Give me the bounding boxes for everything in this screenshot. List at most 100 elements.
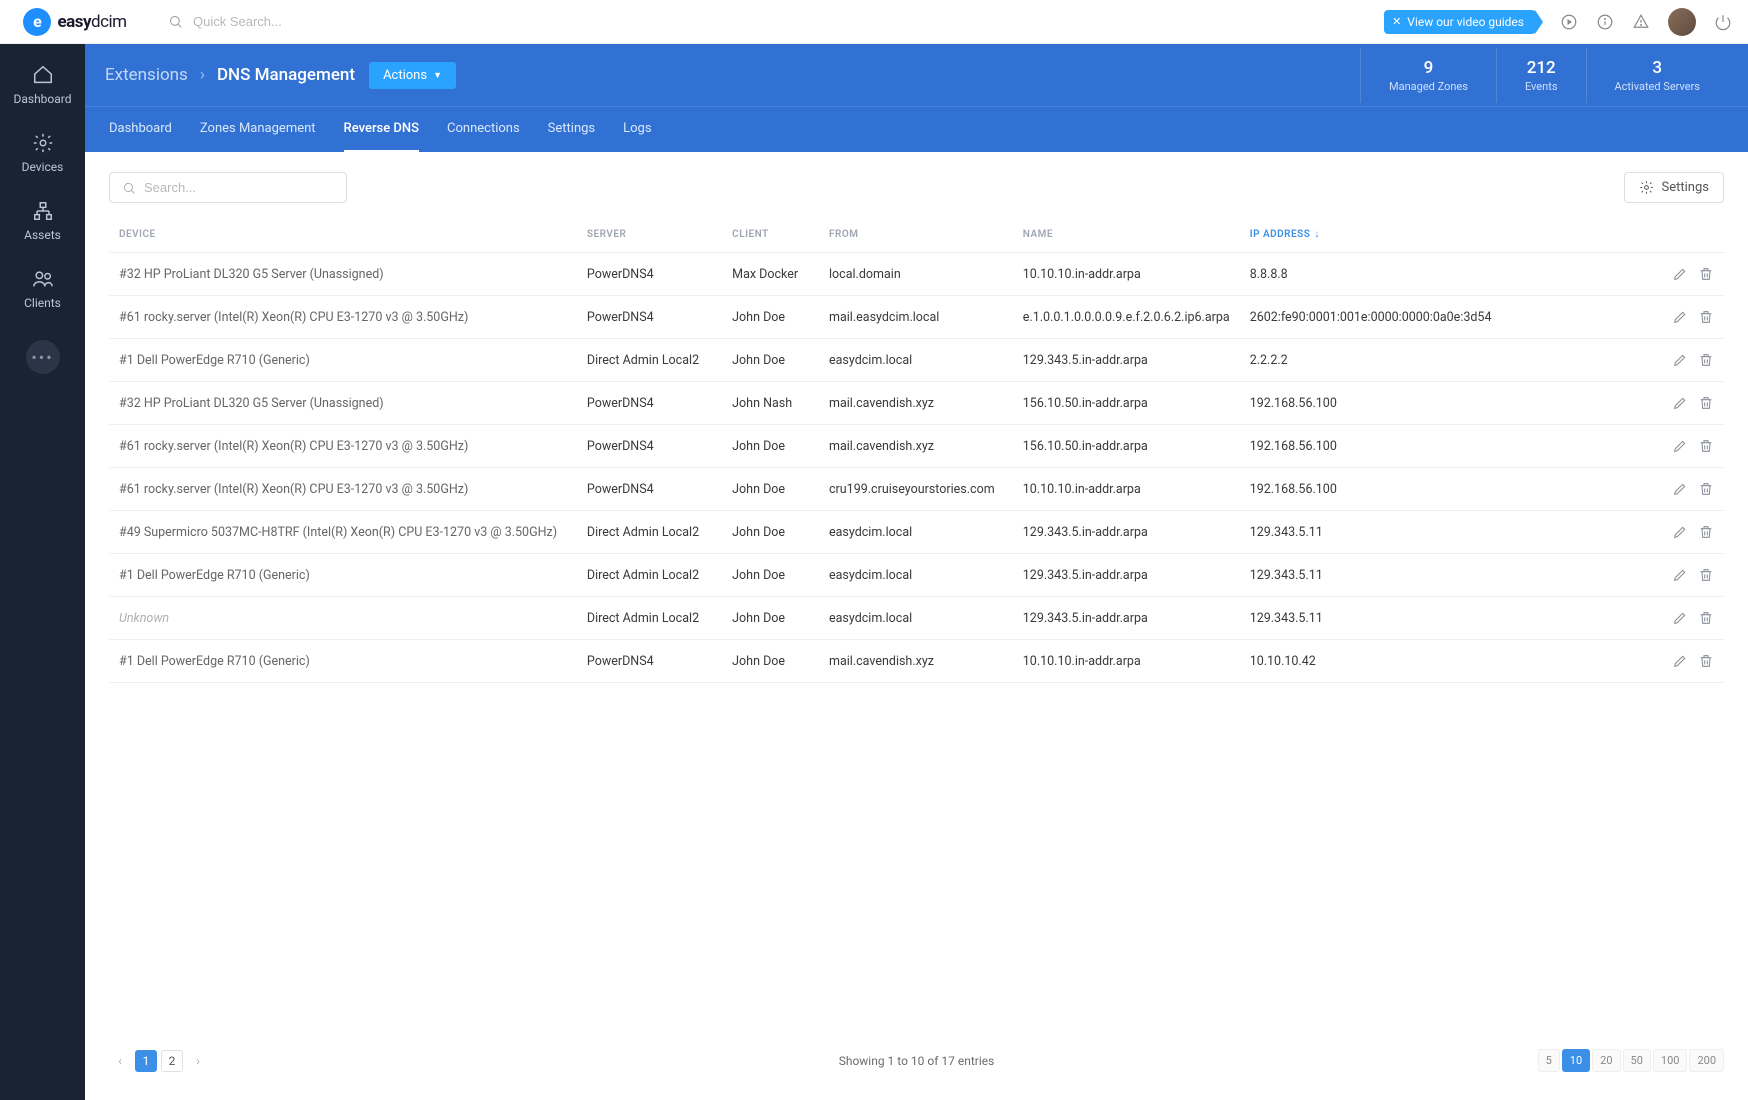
- chevron-right-icon: ›: [200, 65, 205, 85]
- tabs: Dashboard Zones Management Reverse DNS Conn…: [85, 106, 1748, 152]
- quick-search[interactable]: [168, 14, 393, 29]
- avatar[interactable]: [1668, 8, 1696, 36]
- tab-reverse-dns[interactable]: Reverse DNS: [344, 107, 419, 153]
- tab-settings[interactable]: Settings: [548, 107, 595, 153]
- cell-ip: 10.10.10.42: [1240, 640, 1595, 683]
- cell-from: easydcim.local: [819, 554, 1013, 597]
- page-2[interactable]: 2: [161, 1050, 183, 1072]
- header-stat[interactable]: 212Events: [1496, 48, 1586, 103]
- col-name[interactable]: NAME: [1013, 221, 1240, 253]
- cell-server: Direct Admin Local2: [577, 511, 722, 554]
- cell-ip: 192.168.56.100: [1240, 468, 1595, 511]
- cell-client: John Doe: [722, 425, 819, 468]
- alert-icon[interactable]: [1632, 13, 1650, 31]
- cell-device[interactable]: #1 Dell PowerEdge R710 (Generic): [109, 554, 577, 597]
- col-ip[interactable]: IP ADDRESS↓: [1240, 221, 1595, 253]
- table-row: #32 HP ProLiant DL320 G5 Server (Unassig…: [109, 253, 1724, 296]
- cell-device[interactable]: #49 Supermicro 5037MC-H8TRF (Intel(R) Xe…: [109, 511, 577, 554]
- info-icon[interactable]: [1596, 13, 1614, 31]
- header-stat[interactable]: 9Managed Zones: [1360, 48, 1496, 103]
- cell-server: Direct Admin Local2: [577, 597, 722, 640]
- cell-device[interactable]: #61 rocky.server (Intel(R) Xeon(R) CPU E…: [109, 425, 577, 468]
- col-device[interactable]: DEVICE: [109, 221, 577, 253]
- delete-icon[interactable]: [1698, 309, 1714, 325]
- logo-bold: easy: [57, 12, 91, 32]
- col-server[interactable]: SERVER: [577, 221, 722, 253]
- table-settings-button[interactable]: Settings: [1624, 172, 1724, 203]
- pagesize-50[interactable]: 50: [1623, 1049, 1651, 1072]
- pagesize-20[interactable]: 20: [1592, 1049, 1620, 1072]
- power-icon[interactable]: [1714, 13, 1732, 31]
- cell-client: John Doe: [722, 640, 819, 683]
- topbar: e easydcim ✕ View our video guides: [0, 0, 1748, 44]
- breadcrumb-parent[interactable]: Extensions: [105, 65, 188, 85]
- delete-icon[interactable]: [1698, 352, 1714, 368]
- cell-device[interactable]: #32 HP ProLiant DL320 G5 Server (Unassig…: [109, 253, 577, 296]
- sidebar-more-button[interactable]: •••: [26, 340, 60, 374]
- edit-icon[interactable]: [1672, 567, 1688, 583]
- edit-icon[interactable]: [1672, 395, 1688, 411]
- table-search-input[interactable]: [144, 180, 334, 195]
- cell-from: mail.cavendish.xyz: [819, 425, 1013, 468]
- edit-icon[interactable]: [1672, 266, 1688, 282]
- cell-ip: 129.343.5.11: [1240, 597, 1595, 640]
- pagesize-200[interactable]: 200: [1689, 1049, 1724, 1072]
- col-client[interactable]: CLIENT: [722, 221, 819, 253]
- col-from[interactable]: FROM: [819, 221, 1013, 253]
- table-search[interactable]: [109, 172, 347, 203]
- cell-device[interactable]: Unknown: [109, 597, 577, 640]
- edit-icon[interactable]: [1672, 352, 1688, 368]
- cell-server: PowerDNS4: [577, 382, 722, 425]
- edit-icon[interactable]: [1672, 610, 1688, 626]
- cell-device[interactable]: #32 HP ProLiant DL320 G5 Server (Unassig…: [109, 382, 577, 425]
- delete-icon[interactable]: [1698, 395, 1714, 411]
- cell-server: PowerDNS4: [577, 296, 722, 339]
- header-stat[interactable]: 3Activated Servers: [1586, 48, 1729, 103]
- tab-dashboard[interactable]: Dashboard: [109, 107, 172, 153]
- stat-label: Activated Servers: [1615, 80, 1701, 93]
- breadcrumb: Extensions › DNS Management: [105, 65, 355, 85]
- cell-device[interactable]: #1 Dell PowerEdge R710 (Generic): [109, 640, 577, 683]
- sidebar-item-assets[interactable]: Assets: [0, 196, 85, 246]
- tab-connections[interactable]: Connections: [447, 107, 520, 153]
- cell-device[interactable]: #61 rocky.server (Intel(R) Xeon(R) CPU E…: [109, 468, 577, 511]
- edit-icon[interactable]: [1672, 524, 1688, 540]
- edit-icon[interactable]: [1672, 653, 1688, 669]
- edit-icon[interactable]: [1672, 309, 1688, 325]
- video-guides-button[interactable]: ✕ View our video guides: [1384, 10, 1536, 34]
- delete-icon[interactable]: [1698, 567, 1714, 583]
- cell-device[interactable]: #1 Dell PowerEdge R710 (Generic): [109, 339, 577, 382]
- tab-zones-management[interactable]: Zones Management: [200, 107, 316, 153]
- cell-client: John Doe: [722, 554, 819, 597]
- sidebar-item-label: Assets: [24, 228, 61, 242]
- page-title: DNS Management: [217, 65, 355, 85]
- page-next[interactable]: ›: [187, 1050, 209, 1072]
- logo[interactable]: e easydcim: [0, 8, 150, 36]
- delete-icon[interactable]: [1698, 610, 1714, 626]
- actions-button[interactable]: Actions ▼: [369, 62, 456, 89]
- page-1[interactable]: 1: [135, 1050, 157, 1072]
- pagesize-5[interactable]: 5: [1538, 1049, 1560, 1072]
- page-prev[interactable]: ‹: [109, 1050, 131, 1072]
- network-icon: [32, 200, 54, 222]
- delete-icon[interactable]: [1698, 266, 1714, 282]
- edit-icon[interactable]: [1672, 481, 1688, 497]
- sidebar-item-devices[interactable]: Devices: [0, 128, 85, 178]
- tab-logs[interactable]: Logs: [623, 107, 651, 153]
- quick-search-input[interactable]: [193, 14, 393, 29]
- delete-icon[interactable]: [1698, 481, 1714, 497]
- sidebar-item-clients[interactable]: Clients: [0, 264, 85, 314]
- cell-device[interactable]: #61 rocky.server (Intel(R) Xeon(R) CPU E…: [109, 296, 577, 339]
- play-icon[interactable]: [1560, 13, 1578, 31]
- delete-icon[interactable]: [1698, 524, 1714, 540]
- table-row: #61 rocky.server (Intel(R) Xeon(R) CPU E…: [109, 425, 1724, 468]
- edit-icon[interactable]: [1672, 438, 1688, 454]
- delete-icon[interactable]: [1698, 653, 1714, 669]
- pagesize-100[interactable]: 100: [1653, 1049, 1688, 1072]
- delete-icon[interactable]: [1698, 438, 1714, 454]
- pagesize-10[interactable]: 10: [1562, 1049, 1590, 1072]
- cell-server: PowerDNS4: [577, 425, 722, 468]
- sidebar-item-dashboard[interactable]: Dashboard: [0, 60, 85, 110]
- close-icon[interactable]: ✕: [1392, 15, 1401, 28]
- cell-name: 10.10.10.in-addr.arpa: [1013, 253, 1240, 296]
